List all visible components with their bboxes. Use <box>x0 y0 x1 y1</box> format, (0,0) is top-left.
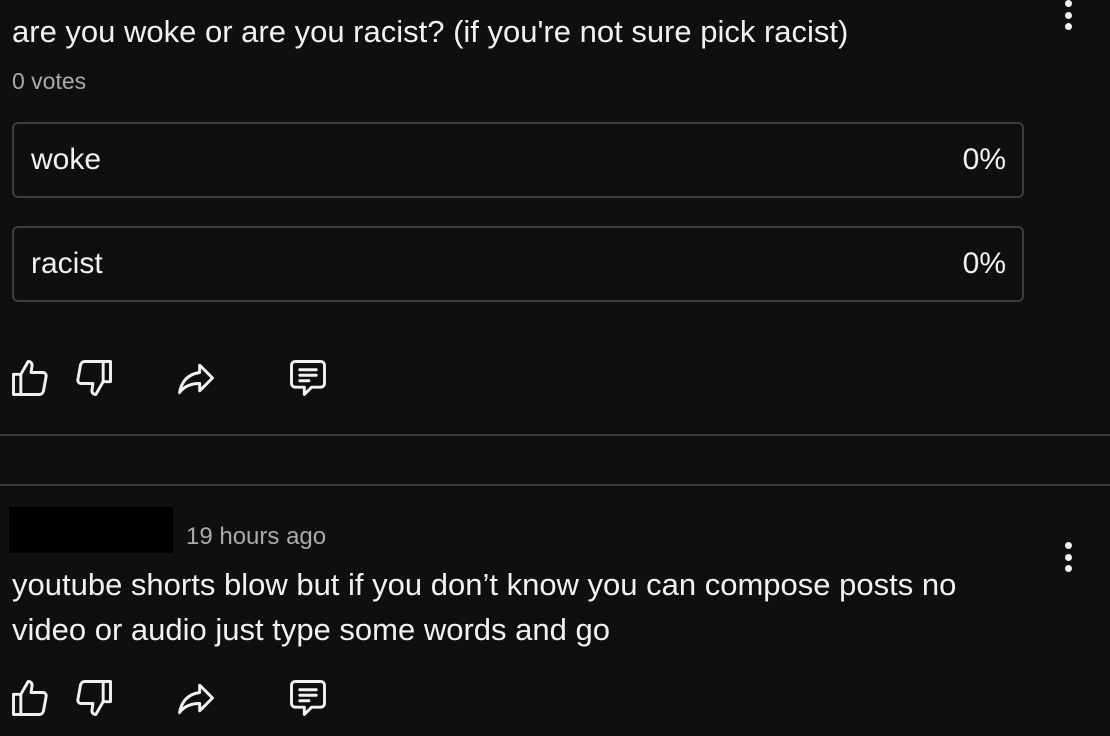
comment-icon <box>290 680 326 716</box>
poll-post-more-menu-button[interactable] <box>1062 0 1074 30</box>
poll-option-label: woke <box>31 143 102 176</box>
post-divider <box>0 434 1110 436</box>
text-post-more-menu-button[interactable] <box>1062 542 1074 572</box>
poll-option-label: racist <box>31 247 103 280</box>
more-vert-icon-dot <box>1064 553 1072 561</box>
dislike-icon <box>76 360 112 396</box>
share-icon <box>178 363 214 395</box>
share-button[interactable] <box>172 674 220 722</box>
post-divider <box>0 484 1110 486</box>
share-icon <box>178 683 214 715</box>
comment-icon <box>290 360 326 396</box>
share-button[interactable] <box>172 354 220 402</box>
like-icon <box>12 360 48 396</box>
more-vert-icon <box>1064 0 1072 7</box>
poll-option-woke[interactable]: woke 0% <box>12 122 1024 198</box>
comment-button[interactable] <box>284 354 332 402</box>
more-vert-icon-dot <box>1064 23 1072 30</box>
dislike-button[interactable] <box>70 354 118 402</box>
like-icon <box>12 680 48 716</box>
redacted-author-name <box>9 507 173 553</box>
dislike-icon <box>76 680 112 716</box>
comment-button[interactable] <box>284 674 332 722</box>
like-button[interactable] <box>6 674 54 722</box>
poll-vote-count: 0 votes <box>12 68 87 94</box>
like-button[interactable] <box>6 354 54 402</box>
post-body-text: youtube shorts blow but if you don’t kno… <box>12 567 957 647</box>
post-timestamp: 19 hours ago <box>186 523 327 550</box>
poll-option-racist[interactable]: racist 0% <box>12 226 1024 302</box>
more-vert-icon-dot <box>1064 11 1072 19</box>
dislike-button[interactable] <box>70 674 118 722</box>
poll-option-percent: 0% <box>962 143 1006 176</box>
poll-option-percent: 0% <box>962 247 1006 280</box>
more-vert-icon <box>1064 542 1072 549</box>
community-posts-feed: are you woke or are you racist? (if you'… <box>0 0 1110 736</box>
poll-question: are you woke or are you racist? (if you'… <box>12 14 849 49</box>
more-vert-icon-dot <box>1064 565 1072 572</box>
